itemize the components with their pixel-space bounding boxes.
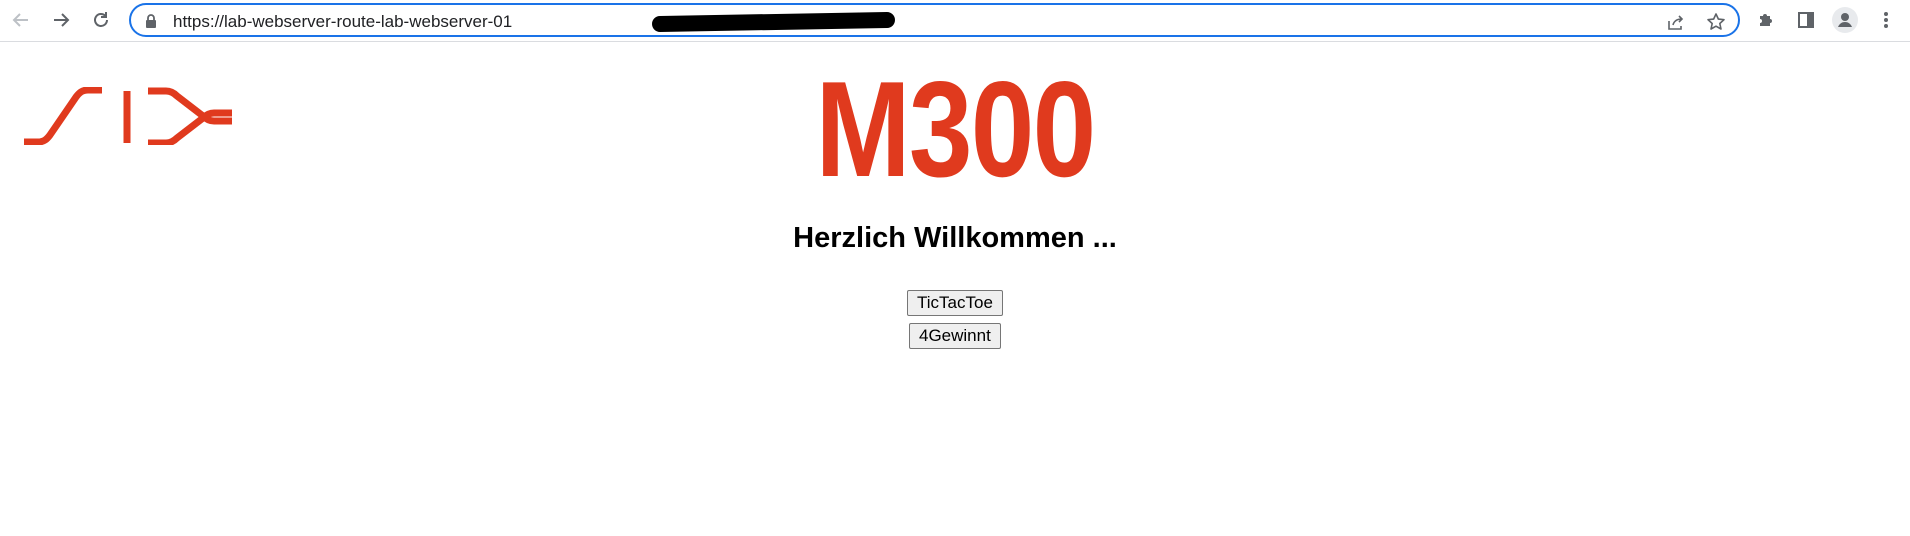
profile-icon[interactable] xyxy=(1832,7,1858,33)
star-icon[interactable] xyxy=(1704,10,1728,34)
browser-toolbar: https://lab-webserver-route-lab-webserve… xyxy=(0,0,1910,42)
reload-icon xyxy=(94,12,108,27)
puzzle-icon[interactable] xyxy=(1753,7,1779,33)
page-content: M300 Herzlich Willkommen ... TicTacToe 4… xyxy=(0,43,1910,536)
back-button[interactable] xyxy=(5,4,37,36)
address-bar[interactable]: https://lab-webserver-route-lab-webserve… xyxy=(129,3,1740,37)
share-icon[interactable] xyxy=(1664,10,1688,34)
tictactoe-button[interactable]: TicTacToe xyxy=(907,290,1003,316)
forward-button[interactable] xyxy=(45,4,77,36)
url-text: https://lab-webserver-route-lab-webserve… xyxy=(173,12,513,31)
page-title: M300 xyxy=(815,53,1096,205)
redaction-mark xyxy=(651,11,896,33)
welcome-heading: Herzlich Willkommen ... xyxy=(793,222,1117,254)
arrow-left-icon xyxy=(12,13,28,27)
arrow-right-icon xyxy=(54,13,70,27)
4gewinnt-button[interactable]: 4Gewinnt xyxy=(909,323,1001,349)
side-panel-icon[interactable] xyxy=(1793,7,1819,33)
more-vertical-icon[interactable] xyxy=(1873,7,1899,33)
lock-icon xyxy=(144,13,158,34)
reload-button[interactable] xyxy=(85,4,117,36)
